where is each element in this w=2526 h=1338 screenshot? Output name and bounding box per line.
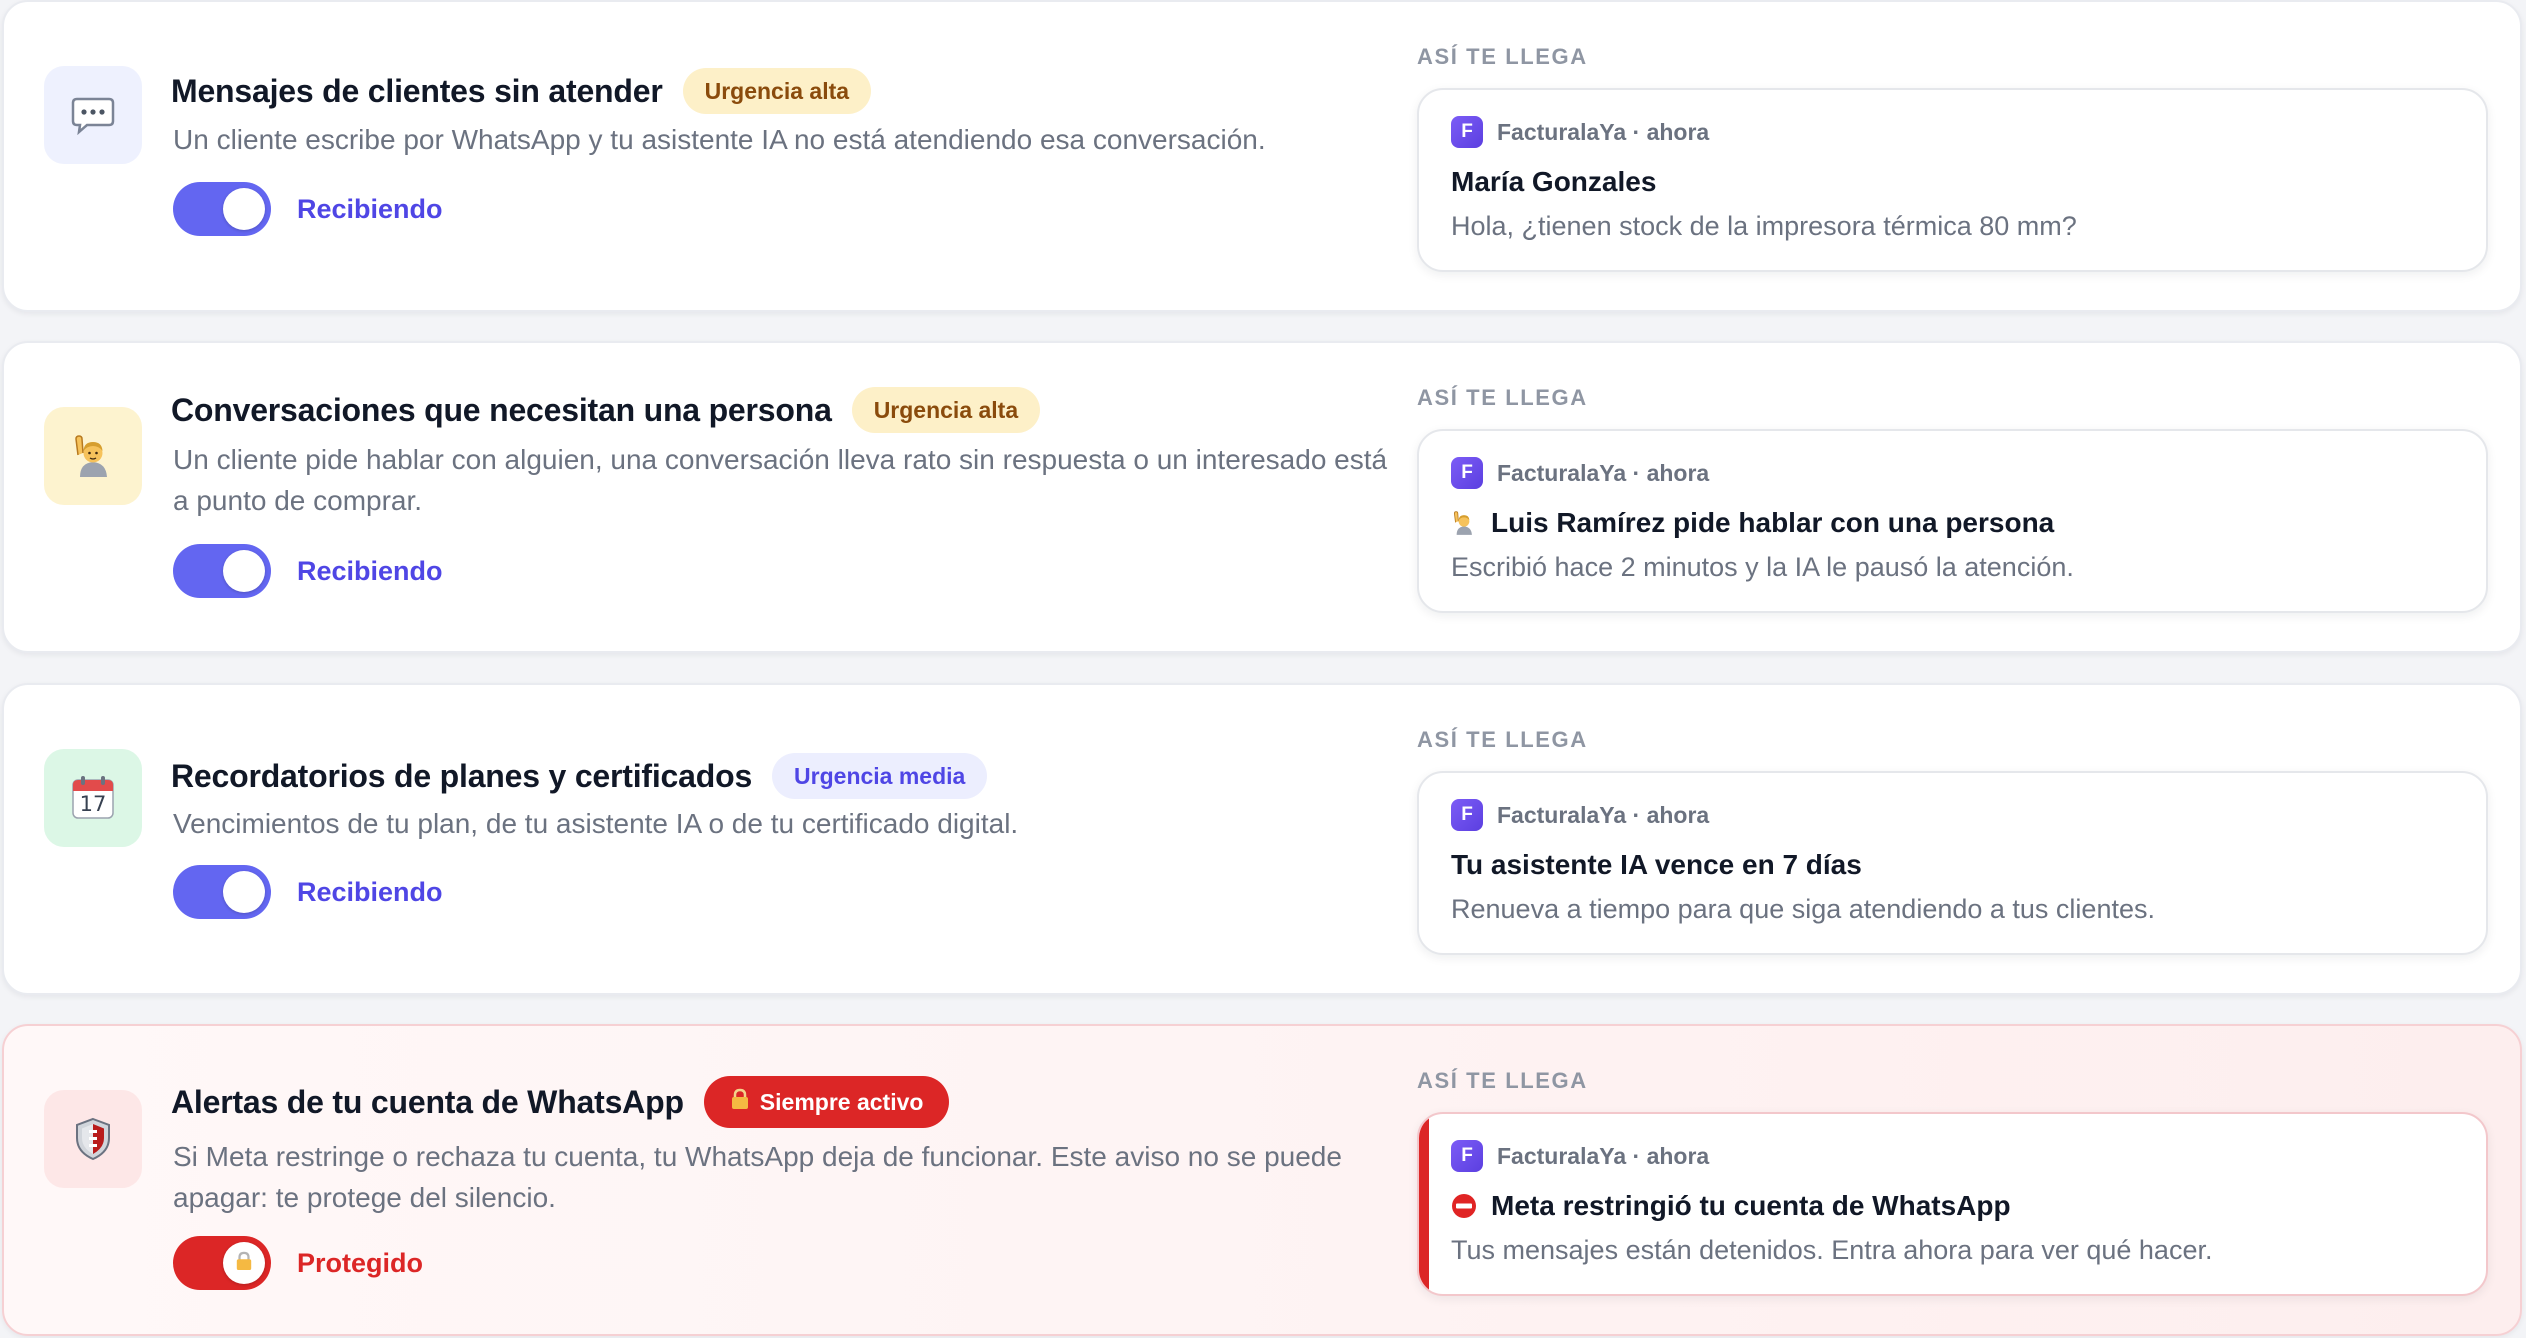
speech-bubble-icon (71, 95, 115, 135)
notification-body: Hola, ¿tienen stock de la impresora térm… (1451, 211, 2077, 241)
card-description: Vencimientos de tu plan, de tu asistente… (173, 808, 1019, 839)
notification-toggle[interactable] (173, 865, 271, 919)
toggle-row: Recibiendo (173, 544, 443, 598)
icon-tile (44, 407, 142, 505)
urgency-badge: Urgencia alta (851, 387, 1041, 433)
notification-app-meta: FacturalaYa · ahora (1497, 801, 1710, 828)
app-logo: F (1451, 799, 1483, 831)
card-title-row: Conversaciones que necesitan una persona… (171, 387, 1041, 433)
preview-heading: ASÍ TE LLEGA (1417, 385, 1588, 410)
notification-title-text: Meta restringió tu cuenta de WhatsApp (1491, 1190, 2011, 1221)
icon-tile: 17 (44, 749, 142, 847)
card-title: Conversaciones que necesitan una persona (171, 391, 832, 428)
notification-title: Tu asistente IA vence en 7 días (1451, 849, 1862, 881)
toggle-row: Recibiendo (173, 182, 443, 236)
notification-app-meta: FacturalaYa · ahora (1497, 1142, 1710, 1169)
notification-title-text: Luis Ramírez pide hablar con una persona (1491, 507, 2055, 538)
card-title: Recordatorios de planes y certificados (171, 757, 753, 794)
notification-setting-card-unattended-messages: Mensajes de clientes sin atender Urgenci… (2, 0, 2522, 312)
notification-title-text: Tu asistente IA vence en 7 días (1451, 849, 1862, 880)
preview-heading: ASÍ TE LLEGA (1417, 1068, 1588, 1093)
card-title: Alertas de tu cuenta de WhatsApp (171, 1083, 684, 1120)
always-on-badge: Siempre activo (703, 1076, 950, 1128)
danger-accent-bar (1419, 1114, 1429, 1294)
toggle-knob (223, 871, 265, 913)
notification-toggle[interactable] (173, 182, 271, 236)
notification-setting-card-reminders: 17 Recordatorios de planes y certificado… (2, 683, 2522, 995)
notification-title: María Gonzales (1451, 166, 1656, 198)
toggle-status-label: Protegido (297, 1247, 423, 1278)
card-description: Un cliente pide hablar con alguien, una … (173, 444, 1388, 516)
card-title-row: Recordatorios de planes y certificados U… (171, 753, 988, 799)
notification-body: Tus mensajes están detenidos. Entra ahor… (1451, 1235, 2213, 1265)
toggle-row: Recibiendo (173, 865, 443, 919)
notification-setting-card-whatsapp-alerts: Alertas de tu cuenta de WhatsApp Siempre… (2, 1024, 2522, 1336)
toggle-status-label: Recibiendo (297, 876, 443, 907)
notification-preview: F FacturalaYa · ahora María Gonzales Hol… (1417, 88, 2488, 272)
toggle-status-label: Recibiendo (297, 555, 443, 586)
urgency-badge: Urgencia media (772, 753, 988, 799)
notification-app-row: F FacturalaYa · ahora (1451, 799, 1709, 831)
card-title-row: Alertas de tu cuenta de WhatsApp Siempre… (171, 1076, 950, 1128)
app-logo: F (1451, 457, 1483, 489)
preview-heading: ASÍ TE LLEGA (1417, 44, 1588, 69)
notification-app-meta: FacturalaYa · ahora (1497, 459, 1710, 486)
toggle-row: Protegido (173, 1236, 423, 1290)
toggle-knob (223, 188, 265, 230)
card-title: Mensajes de clientes sin atender (171, 72, 663, 109)
app-logo: F (1451, 116, 1483, 148)
lock-icon (730, 1088, 750, 1116)
notification-app-row: F FacturalaYa · ahora (1451, 116, 1709, 148)
icon-tile (44, 1090, 142, 1188)
person-raising-hand-icon (70, 433, 116, 479)
notification-setting-card-human-needed: Conversaciones que necesitan una persona… (2, 341, 2522, 653)
card-description: Si Meta restringe o rechaza tu cuenta, t… (173, 1141, 1342, 1213)
preview-heading: ASÍ TE LLEGA (1417, 727, 1588, 752)
notification-body: Escribió hace 2 minutos y la IA le pausó… (1451, 552, 2074, 582)
toggle-knob (223, 550, 265, 592)
person-raising-hand-icon (1451, 509, 1477, 537)
no-entry-icon (1451, 1193, 1477, 1219)
lock-icon (235, 1251, 253, 1276)
notification-body: Renueva a tiempo para que siga atendiend… (1451, 894, 2155, 924)
notification-preview: F FacturalaYa · ahora Tu asistente IA ve… (1417, 771, 2488, 955)
notification-app-row: F FacturalaYa · ahora (1451, 1140, 1709, 1172)
notification-preview: F FacturalaYa · ahora Luis Ramírez pide … (1417, 429, 2488, 613)
calendar-icon: 17 (70, 775, 116, 821)
card-title-row: Mensajes de clientes sin atender Urgenci… (171, 68, 872, 114)
card-description: Un cliente escribe por WhatsApp y tu asi… (173, 124, 1266, 155)
notification-app-meta: FacturalaYa · ahora (1497, 118, 1710, 145)
notification-preview: F FacturalaYa · ahora Meta restringió tu… (1417, 1112, 2488, 1296)
toggle-knob (223, 1242, 265, 1284)
calendar-day-text: 17 (79, 792, 107, 816)
shield-icon (73, 1116, 113, 1162)
notification-toggle[interactable] (173, 544, 271, 598)
notification-title-text: María Gonzales (1451, 166, 1657, 197)
toggle-status-label: Recibiendo (297, 193, 443, 224)
notification-title: Meta restringió tu cuenta de WhatsApp (1451, 1190, 2011, 1222)
app-logo: F (1451, 1140, 1483, 1172)
always-on-badge-label: Siempre activo (759, 1088, 924, 1115)
icon-tile (44, 66, 142, 164)
urgency-badge: Urgencia alta (682, 68, 872, 114)
locked-toggle (173, 1236, 271, 1290)
notification-title: Luis Ramírez pide hablar con una persona (1451, 507, 2054, 539)
notification-app-row: F FacturalaYa · ahora (1451, 457, 1709, 489)
